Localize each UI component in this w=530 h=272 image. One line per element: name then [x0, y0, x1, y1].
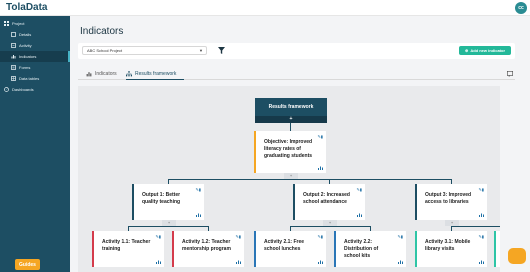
add-child-button[interactable]: + — [255, 116, 327, 123]
main-content: Indicators ABC School Project ▼ ⊕ Add ne… — [70, 16, 530, 272]
activity-card-partial[interactable] — [494, 231, 500, 267]
chart-icon[interactable] — [236, 260, 241, 264]
tab-results-framework[interactable]: Results framework — [126, 68, 184, 80]
add-indicator-label: Add new indicator — [470, 48, 506, 53]
objective-title: Objective: Improved literacy rates of gr… — [264, 139, 313, 159]
activity-card[interactable]: ✎▮ Activity 3.1: Mobile library visits — [415, 231, 487, 267]
sidebar-item-indicators[interactable]: Indicators — [0, 51, 70, 62]
tab-label: Results framework — [135, 70, 177, 77]
chart-icon[interactable] — [479, 213, 484, 217]
activity-title: Activity 1.2: Teacher mentorship program — [182, 239, 231, 252]
project-select-value: ABC School Project — [87, 48, 123, 53]
root-label: Results framework — [268, 104, 314, 110]
activity-card[interactable]: ✎▮ Activity 2.2: Distribution of school … — [334, 231, 406, 267]
activity-card[interactable]: ✎▮ Activity 1.1: Teacher training — [92, 231, 164, 267]
sidebar-item-label: Details — [19, 32, 32, 37]
output-card[interactable]: ✎▮ Output 3: Improved access to librarie… — [415, 184, 487, 226]
avatar[interactable]: cc — [515, 2, 527, 14]
logo[interactable]: TolaData — [6, 2, 48, 13]
add-indicator-button[interactable]: ⊕ Add new indicator — [459, 46, 511, 55]
list-icon — [11, 43, 16, 48]
sidebar-item-activity[interactable]: Activity — [0, 40, 70, 51]
connector-line — [290, 226, 370, 227]
chart-icon[interactable] — [318, 166, 323, 170]
sidebar: Project Details Activity Indicators Form… — [0, 16, 70, 272]
top-bar: TolaData cc — [0, 0, 530, 16]
connector-line — [290, 123, 291, 131]
card-actions[interactable]: ✎▮ — [317, 234, 323, 239]
app-root: TolaData cc Project Details Activity Ind… — [0, 0, 530, 272]
table-icon — [11, 76, 16, 81]
framework-root-node[interactable]: Results framework + — [255, 98, 327, 123]
sidebar-item-label: Project — [12, 21, 25, 26]
connector-line — [451, 226, 500, 227]
add-child-button[interactable]: + — [323, 220, 337, 226]
connector-line — [128, 226, 208, 227]
card-actions[interactable]: ✎▮ — [195, 187, 201, 192]
hierarchy-icon — [126, 70, 132, 76]
form-icon — [11, 65, 16, 70]
sidebar-item-project[interactable]: Project — [0, 18, 70, 29]
guides-button[interactable]: Guides — [15, 259, 40, 270]
info-icon — [11, 32, 16, 37]
sidebar-item-dashboards[interactable]: Dashboards — [0, 84, 70, 95]
sidebar-item-label: Indicators — [19, 54, 37, 59]
chart-icon — [86, 72, 92, 77]
chart-icon[interactable] — [318, 260, 323, 264]
add-child-button[interactable]: + — [445, 220, 459, 226]
filter-bar: ABC School Project ▼ ⊕ Add new indicator — [78, 43, 515, 59]
activity-title: Activity 1.1: Teacher training — [102, 239, 151, 252]
plus-icon: ⊕ — [464, 48, 469, 53]
sidebar-item-details[interactable]: Details — [0, 29, 70, 40]
card-actions[interactable]: ✎▮ — [155, 234, 161, 239]
output-card[interactable]: ✎▮ Output 2: Increased school attendance… — [293, 184, 365, 226]
output-card[interactable]: ✎▮ Output 1: Better quality teaching + — [132, 184, 204, 226]
card-actions[interactable]: ✎▮ — [356, 187, 362, 192]
add-child-button[interactable]: + — [162, 220, 176, 226]
comment-icon[interactable] — [507, 71, 513, 77]
chart-icon[interactable] — [479, 260, 484, 264]
card-actions[interactable]: ✎▮ — [478, 234, 484, 239]
connector-line — [168, 179, 451, 180]
output-title: Output 1: Better quality teaching — [142, 192, 181, 205]
card-actions[interactable]: ✎▮ — [317, 134, 323, 139]
sidebar-item-label: Forms — [19, 65, 31, 70]
objective-card[interactable]: ✎▮ Objective: Improved literacy rates of… — [254, 131, 326, 179]
sidebar-item-data-tables[interactable]: Data tables — [0, 73, 70, 84]
activity-title: Activity 3.1: Mobile library visits — [425, 239, 471, 252]
tab-indicators[interactable]: Indicators — [86, 68, 120, 80]
chevron-down-icon: ▼ — [199, 48, 203, 53]
page-title: Indicators — [80, 26, 124, 37]
grid-icon — [4, 21, 9, 26]
chart-icon[interactable] — [398, 260, 403, 264]
project-select[interactable]: ABC School Project ▼ — [82, 46, 207, 55]
chart-icon — [11, 55, 16, 59]
activity-card[interactable]: ✎▮ Activity 2.1: Free school lunches — [254, 231, 326, 267]
activity-title: Activity 2.2: Distribution of school kit… — [344, 239, 379, 259]
sidebar-item-label: Data tables — [19, 76, 40, 81]
chart-icon[interactable] — [357, 213, 362, 217]
add-child-button[interactable]: + — [284, 173, 298, 179]
card-actions[interactable]: ✎▮ — [478, 187, 484, 192]
chart-icon[interactable] — [196, 213, 201, 217]
sidebar-item-label: Activity — [19, 43, 32, 48]
sidebar-item-forms[interactable]: Forms — [0, 62, 70, 73]
filter-icon[interactable] — [218, 47, 225, 54]
sidebar-item-label: Dashboards — [12, 87, 34, 92]
activity-card[interactable]: ✎▮ Activity 1.2: Teacher mentorship prog… — [172, 231, 244, 267]
chat-support-button[interactable] — [508, 248, 526, 264]
card-actions[interactable]: ✎▮ — [397, 234, 403, 239]
activity-title: Activity 2.1: Free school lunches — [264, 239, 305, 252]
tab-bar: Indicators Results framework — [78, 68, 515, 80]
tab-label: Indicators — [95, 71, 117, 77]
dashboard-icon — [4, 87, 9, 92]
results-framework-canvas[interactable]: Results framework + ✎▮ Objective: Improv… — [78, 86, 500, 272]
output-title: Output 3: Improved access to libraries — [425, 192, 472, 205]
output-title: Output 2: Increased school attendance — [303, 192, 350, 205]
chart-icon[interactable] — [156, 260, 161, 264]
